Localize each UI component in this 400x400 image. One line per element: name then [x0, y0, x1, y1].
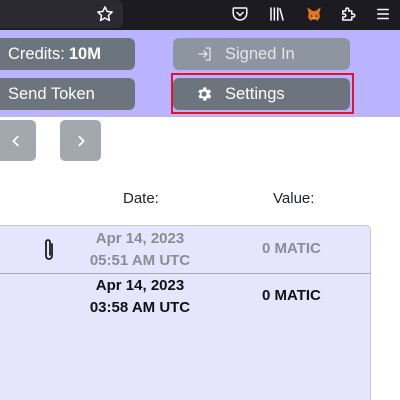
transaction-time: 05:51 AM UTC	[89, 252, 191, 269]
sign-in-icon	[198, 47, 211, 61]
date-column-header: Date:	[123, 190, 159, 207]
metamask-icon[interactable]	[303, 3, 325, 25]
paperclip-icon[interactable]	[42, 237, 56, 263]
library-icon[interactable]	[266, 3, 288, 25]
value-column-header: Value:	[273, 190, 315, 207]
send-token-label: Send Token	[8, 84, 95, 103]
credits-label: Credits:	[8, 44, 65, 63]
browser-toolbar	[0, 0, 400, 30]
credits-value: 10M	[68, 44, 101, 63]
transaction-value: 0 MATIC	[262, 240, 321, 257]
pocket-icon[interactable]	[229, 3, 251, 25]
transaction-date: Apr 14, 2023	[95, 277, 185, 294]
signed-in-label: Signed In	[225, 44, 295, 63]
transaction-row[interactable]: Apr 14, 2023 03:58 AM UTC 0 MATIC	[0, 274, 400, 321]
transaction-datetime: Apr 14, 2023 05:51 AM UTC	[85, 228, 195, 272]
chevron-left-icon	[12, 135, 19, 146]
signed-in-button[interactable]: Signed In	[173, 38, 350, 70]
send-token-button[interactable]: Send Token	[0, 78, 135, 110]
transaction-date: Apr 14, 2023	[95, 230, 185, 247]
chevron-right-icon	[77, 135, 84, 146]
star-icon[interactable]	[94, 3, 116, 25]
transaction-datetime: Apr 14, 2023 03:58 AM UTC	[85, 275, 195, 319]
settings-label: Settings	[225, 84, 285, 103]
next-page-button[interactable]	[60, 120, 101, 161]
gear-icon	[198, 87, 212, 101]
extensions-icon[interactable]	[337, 3, 359, 25]
menu-icon[interactable]	[372, 3, 394, 25]
transaction-time: 03:58 AM UTC	[89, 299, 191, 316]
settings-button[interactable]: Settings	[173, 78, 350, 110]
credits-button[interactable]: Credits: 10M	[0, 38, 135, 70]
transaction-value: 0 MATIC	[262, 287, 321, 304]
previous-page-button[interactable]	[0, 120, 36, 161]
transaction-row[interactable]: Apr 14, 2023 05:51 AM UTC 0 MATIC	[0, 227, 400, 274]
